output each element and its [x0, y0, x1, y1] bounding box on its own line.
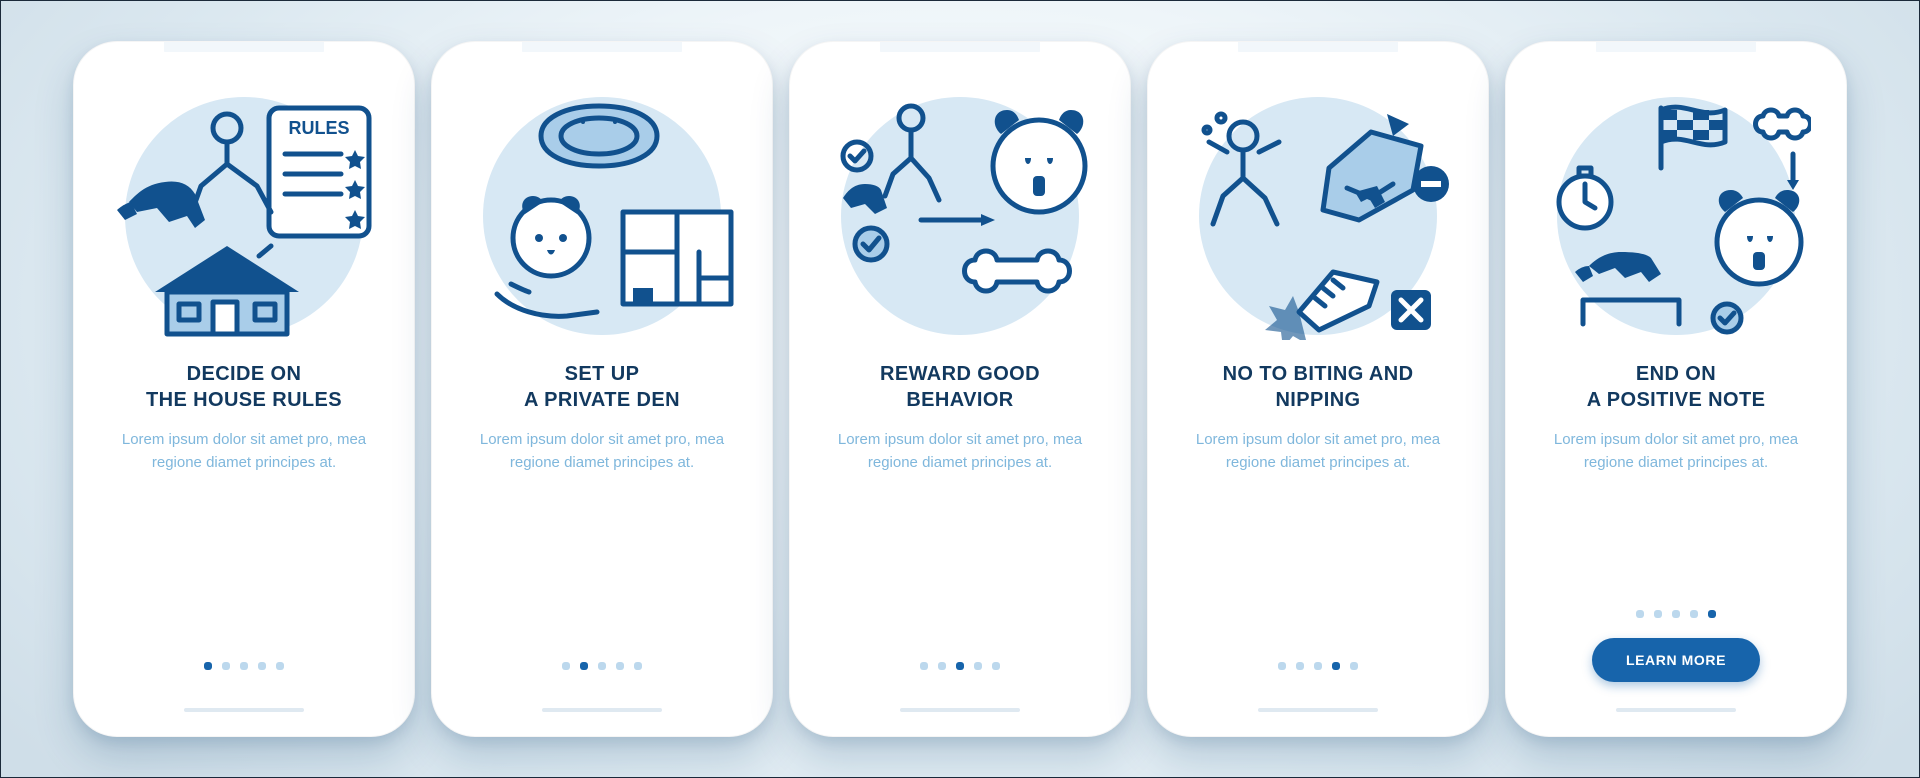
phone-rules: DECIDE ONTHE HOUSE RULES Lorem ipsum dol… [73, 41, 415, 737]
page-dot[interactable] [1314, 662, 1322, 670]
screen-body: Lorem ipsum dolor sit amet pro, mea regi… [834, 429, 1086, 474]
side-button-left [789, 152, 790, 178]
screen-body: Lorem ipsum dolor sit amet pro, mea regi… [1550, 429, 1802, 474]
side-button-left [73, 152, 74, 178]
screen-title: DECIDE ONTHE HOUSE RULES [146, 362, 342, 413]
side-button-left [1147, 152, 1148, 178]
phones-row: DECIDE ONTHE HOUSE RULES Lorem ipsum dol… [73, 41, 1847, 737]
learn-more-button[interactable]: LEARN MORE [1592, 638, 1760, 682]
side-button [1488, 162, 1489, 214]
side-button-left [431, 152, 432, 178]
page-dots [920, 662, 1000, 670]
page-dot[interactable] [240, 662, 248, 670]
positive-note-icon [1541, 92, 1811, 340]
reward-behavior-icon [825, 92, 1095, 340]
page-dot[interactable] [1278, 662, 1286, 670]
page-dot[interactable] [1332, 662, 1340, 670]
screen-body: Lorem ipsum dolor sit amet pro, mea regi… [1192, 429, 1444, 474]
screen: REWARD GOODBEHAVIOR Lorem ipsum dolor si… [800, 52, 1120, 726]
screen-title: END ONA POSITIVE NOTE [1587, 362, 1766, 413]
page-dot[interactable] [598, 662, 606, 670]
page-dot[interactable] [222, 662, 230, 670]
screen-body: Lorem ipsum dolor sit amet pro, mea regi… [118, 429, 370, 474]
page-dot[interactable] [580, 662, 588, 670]
page-dot[interactable] [1636, 610, 1644, 618]
screen-title: REWARD GOODBEHAVIOR [880, 362, 1040, 413]
home-indicator [542, 708, 662, 712]
page-dot[interactable] [634, 662, 642, 670]
page-dot[interactable] [562, 662, 570, 670]
page-dot[interactable] [956, 662, 964, 670]
home-indicator [1616, 708, 1736, 712]
side-button [1846, 232, 1847, 266]
screen-title: NO TO BITING ANDNIPPING [1223, 362, 1414, 413]
side-button [414, 232, 415, 266]
page-dot[interactable] [258, 662, 266, 670]
phone-biting: NO TO BITING ANDNIPPING Lorem ipsum dolo… [1147, 41, 1489, 737]
side-button [1488, 232, 1489, 266]
side-button [414, 162, 415, 214]
page-dot[interactable] [1690, 610, 1698, 618]
page-dot[interactable] [974, 662, 982, 670]
page-dot[interactable] [1708, 610, 1716, 618]
house-rules-icon [109, 92, 379, 340]
phone-positive: END ONA POSITIVE NOTE Lorem ipsum dolor … [1505, 41, 1847, 737]
side-button [772, 162, 773, 214]
side-button-left [1505, 152, 1506, 178]
home-indicator [900, 708, 1020, 712]
page-dot[interactable] [204, 662, 212, 670]
page-dot[interactable] [1296, 662, 1304, 670]
page-dot[interactable] [616, 662, 624, 670]
page-dots [1278, 662, 1358, 670]
page-dot[interactable] [1350, 662, 1358, 670]
screen: SET UPA PRIVATE DEN Lorem ipsum dolor si… [442, 52, 762, 726]
private-den-icon [467, 92, 737, 340]
page-dot[interactable] [1654, 610, 1662, 618]
screen: END ONA POSITIVE NOTE Lorem ipsum dolor … [1516, 52, 1836, 726]
home-indicator [184, 708, 304, 712]
no-biting-icon [1183, 92, 1453, 340]
page-dot[interactable] [938, 662, 946, 670]
screen-body: Lorem ipsum dolor sit amet pro, mea regi… [476, 429, 728, 474]
page-dot[interactable] [920, 662, 928, 670]
side-button [1130, 162, 1131, 214]
home-indicator [1258, 708, 1378, 712]
page-dot[interactable] [276, 662, 284, 670]
page-dot[interactable] [1672, 610, 1680, 618]
page-dots [562, 662, 642, 670]
screen: DECIDE ONTHE HOUSE RULES Lorem ipsum dol… [84, 52, 404, 726]
side-button [772, 232, 773, 266]
page-dots [1636, 610, 1716, 618]
side-button [1846, 162, 1847, 214]
page-dots [204, 662, 284, 670]
page-dot[interactable] [992, 662, 1000, 670]
side-button [1130, 232, 1131, 266]
screen: NO TO BITING ANDNIPPING Lorem ipsum dolo… [1158, 52, 1478, 726]
screen-title: SET UPA PRIVATE DEN [524, 362, 680, 413]
phone-den: SET UPA PRIVATE DEN Lorem ipsum dolor si… [431, 41, 773, 737]
phone-reward: REWARD GOODBEHAVIOR Lorem ipsum dolor si… [789, 41, 1131, 737]
